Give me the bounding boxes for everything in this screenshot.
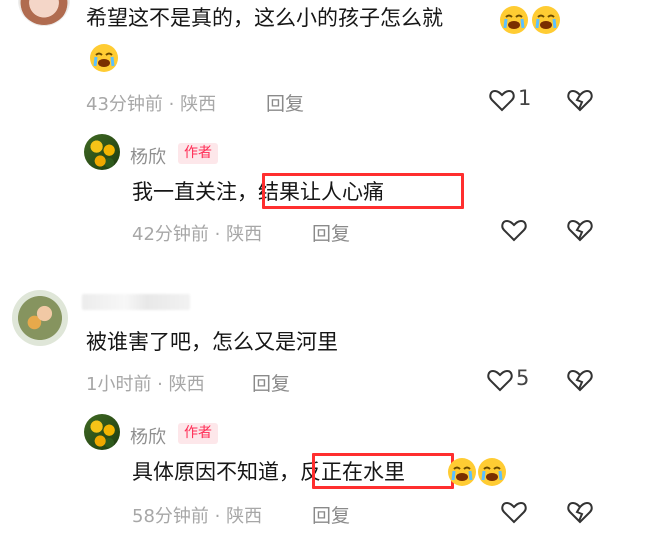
comment-text: 希望这不是真的，这么小的孩子怎么就 — [86, 6, 443, 30]
broken-heart-icon[interactable] — [566, 366, 594, 394]
reply-button[interactable]: 回复 — [252, 369, 290, 396]
broken-heart-icon[interactable] — [566, 216, 594, 244]
broken-heart-icon[interactable] — [566, 498, 594, 526]
crying-face-emoji — [476, 456, 508, 488]
author-name[interactable]: 杨欣 — [130, 423, 166, 449]
author-badge: 作者 — [178, 423, 218, 444]
like-count: 1 — [518, 86, 532, 110]
crying-face-emoji — [88, 42, 120, 74]
reply-text: 我一直关注，结果让人心痛 — [132, 180, 384, 204]
author-avatar[interactable] — [84, 414, 120, 450]
reply-button[interactable]: 回复 — [312, 219, 350, 246]
heart-icon[interactable] — [488, 86, 516, 114]
avatar[interactable] — [12, 290, 68, 346]
heart-icon[interactable] — [486, 366, 514, 394]
comment-meta: 43分钟前 · 陕西 — [86, 94, 217, 115]
broken-heart-icon[interactable] — [566, 86, 594, 114]
heart-icon[interactable] — [500, 216, 528, 244]
reply-meta: 58分钟前 · 陕西 — [132, 506, 263, 527]
crying-face-emoji — [530, 4, 562, 36]
reply-button[interactable]: 回复 — [312, 501, 350, 528]
comment-meta: 1小时前 · 陕西 — [86, 374, 205, 395]
crying-face-emoji — [446, 456, 478, 488]
reply-meta: 42分钟前 · 陕西 — [132, 224, 263, 245]
comment-text: 被谁害了吧，怎么又是河里 — [86, 330, 338, 354]
author-avatar[interactable] — [84, 134, 120, 170]
reply-button[interactable]: 回复 — [266, 89, 304, 116]
author-badge: 作者 — [178, 143, 218, 164]
author-name[interactable]: 杨欣 — [130, 143, 166, 169]
heart-icon[interactable] — [500, 498, 528, 526]
blurred-username — [82, 294, 190, 310]
reply-text: 具体原因不知道，反正在水里 — [132, 460, 405, 484]
like-count: 5 — [516, 366, 530, 390]
avatar[interactable] — [18, 0, 70, 26]
crying-face-emoji — [498, 4, 530, 36]
